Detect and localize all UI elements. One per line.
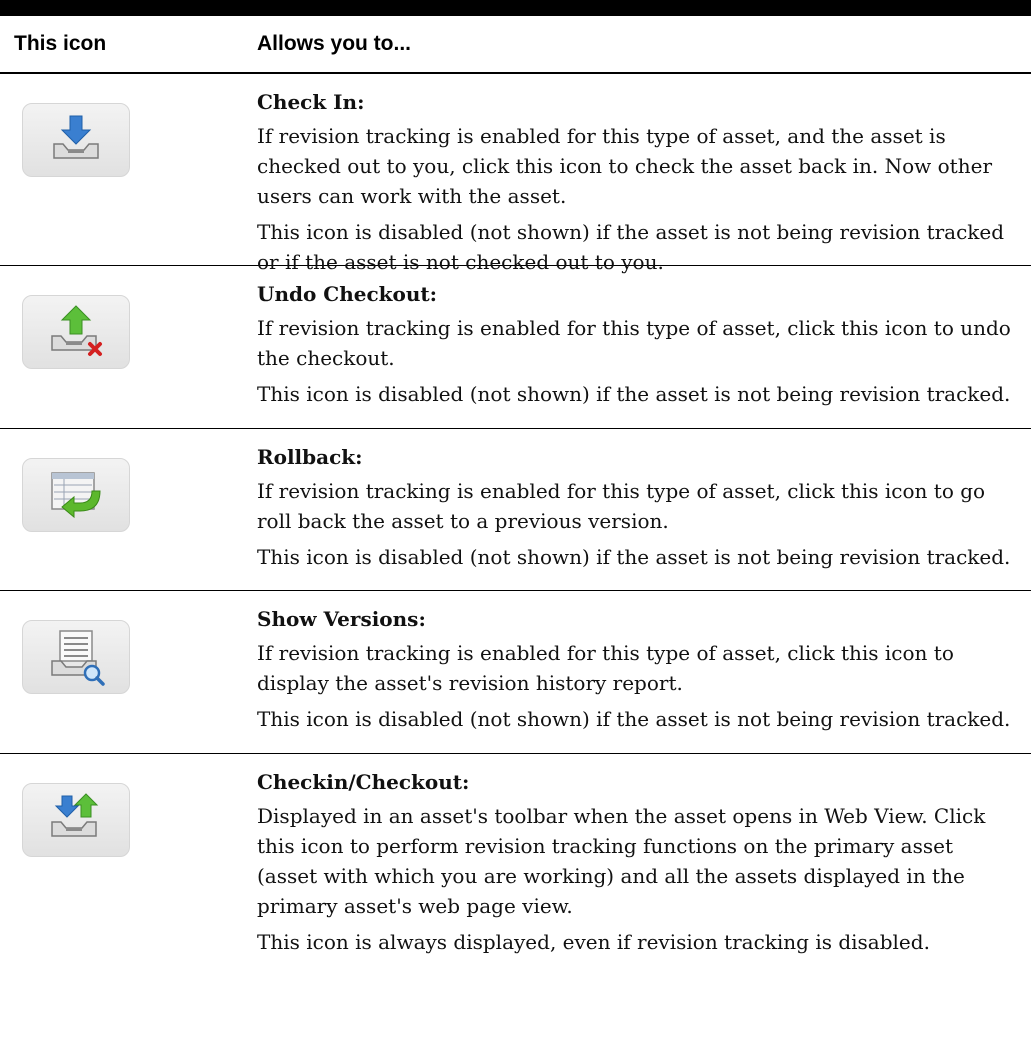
checkin-checkout-icon (22, 783, 130, 857)
row-note: This icon is disabled (not shown) if the… (257, 545, 1011, 569)
table-row: Undo Checkout: If revision tracking is e… (0, 266, 1031, 429)
row-title: Checkin/Checkout: (257, 770, 470, 794)
row-title: Rollback: (257, 445, 363, 469)
row-description: If revision tracking is enabled for this… (257, 124, 992, 208)
undo-checkout-icon (22, 295, 130, 369)
header-icon-column: This icon (14, 32, 107, 55)
row-note: This icon is always displayed, even if r… (257, 930, 930, 954)
row-description: If revision tracking is enabled for this… (257, 641, 954, 695)
table-row: Rollback: If revision tracking is enable… (0, 429, 1031, 591)
check-in-icon (22, 103, 130, 177)
row-description: If revision tracking is enabled for this… (257, 316, 1011, 370)
row-note: This icon is disabled (not shown) if the… (257, 382, 1011, 406)
top-rule (0, 0, 1031, 16)
row-description: If revision tracking is enabled for this… (257, 479, 986, 533)
row-note: This icon is disabled (not shown) if the… (257, 707, 1011, 731)
table-row: Checkin/Checkout: Displayed in an asset'… (0, 754, 1031, 984)
icon-table: This icon Allows you to... Check In: If … (0, 16, 1031, 984)
row-title: Check In: (257, 90, 365, 114)
row-title: Show Versions: (257, 607, 426, 631)
rollback-icon (22, 458, 130, 532)
header-description-column: Allows you to... (257, 32, 412, 55)
show-versions-icon (22, 620, 130, 694)
table-row: Show Versions: If revision tracking is e… (0, 591, 1031, 754)
table-row: Check In: If revision tracking is enable… (0, 74, 1031, 274)
row-description: Displayed in an asset's toolbar when the… (257, 804, 986, 918)
row-title: Undo Checkout: (257, 282, 437, 306)
table-header: This icon Allows you to... (0, 16, 1031, 74)
